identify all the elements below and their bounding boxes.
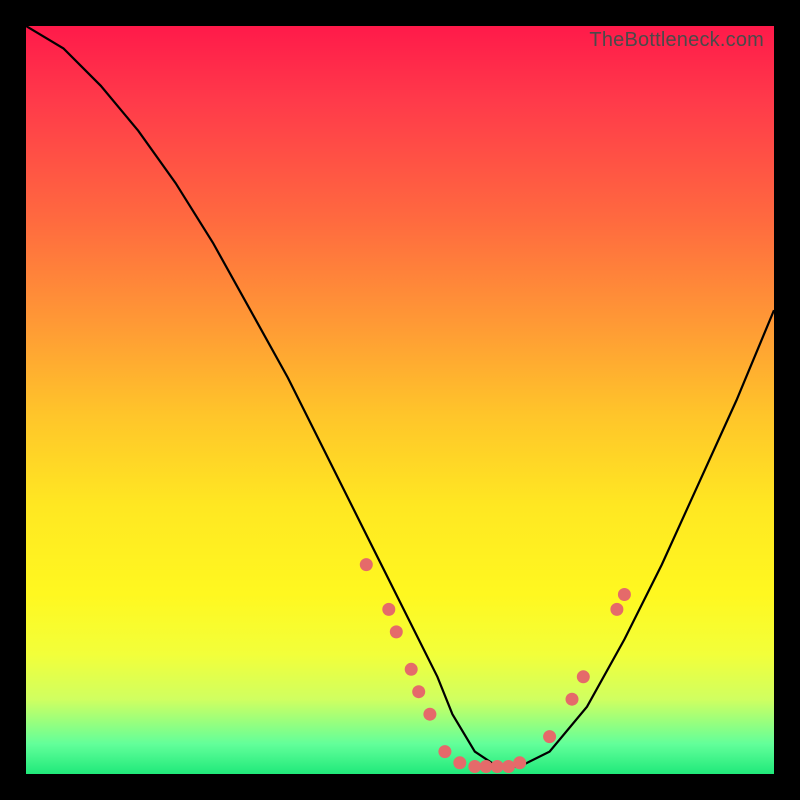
curve-marker xyxy=(453,756,466,769)
curve-marker xyxy=(390,625,403,638)
curve-marker xyxy=(405,663,418,676)
curve-marker xyxy=(412,685,425,698)
curve-marker xyxy=(438,745,451,758)
curve-marker xyxy=(543,730,556,743)
curve-marker xyxy=(618,588,631,601)
curve-marker xyxy=(360,558,373,571)
curve-marker xyxy=(468,760,481,773)
curve-markers xyxy=(360,558,631,773)
curve-marker xyxy=(491,760,504,773)
curve-marker xyxy=(382,603,395,616)
curve-marker xyxy=(502,760,515,773)
curve-layer xyxy=(26,26,774,774)
curve-marker xyxy=(513,756,526,769)
watermark-text: TheBottleneck.com xyxy=(589,29,764,52)
curve-marker xyxy=(566,693,579,706)
curve-marker xyxy=(610,603,623,616)
curve-marker xyxy=(480,760,493,773)
bottleneck-curve xyxy=(26,26,774,767)
plot-area: TheBottleneck.com xyxy=(26,26,774,774)
chart-frame: TheBottleneck.com xyxy=(0,0,800,800)
curve-marker xyxy=(423,708,436,721)
curve-marker xyxy=(577,670,590,683)
